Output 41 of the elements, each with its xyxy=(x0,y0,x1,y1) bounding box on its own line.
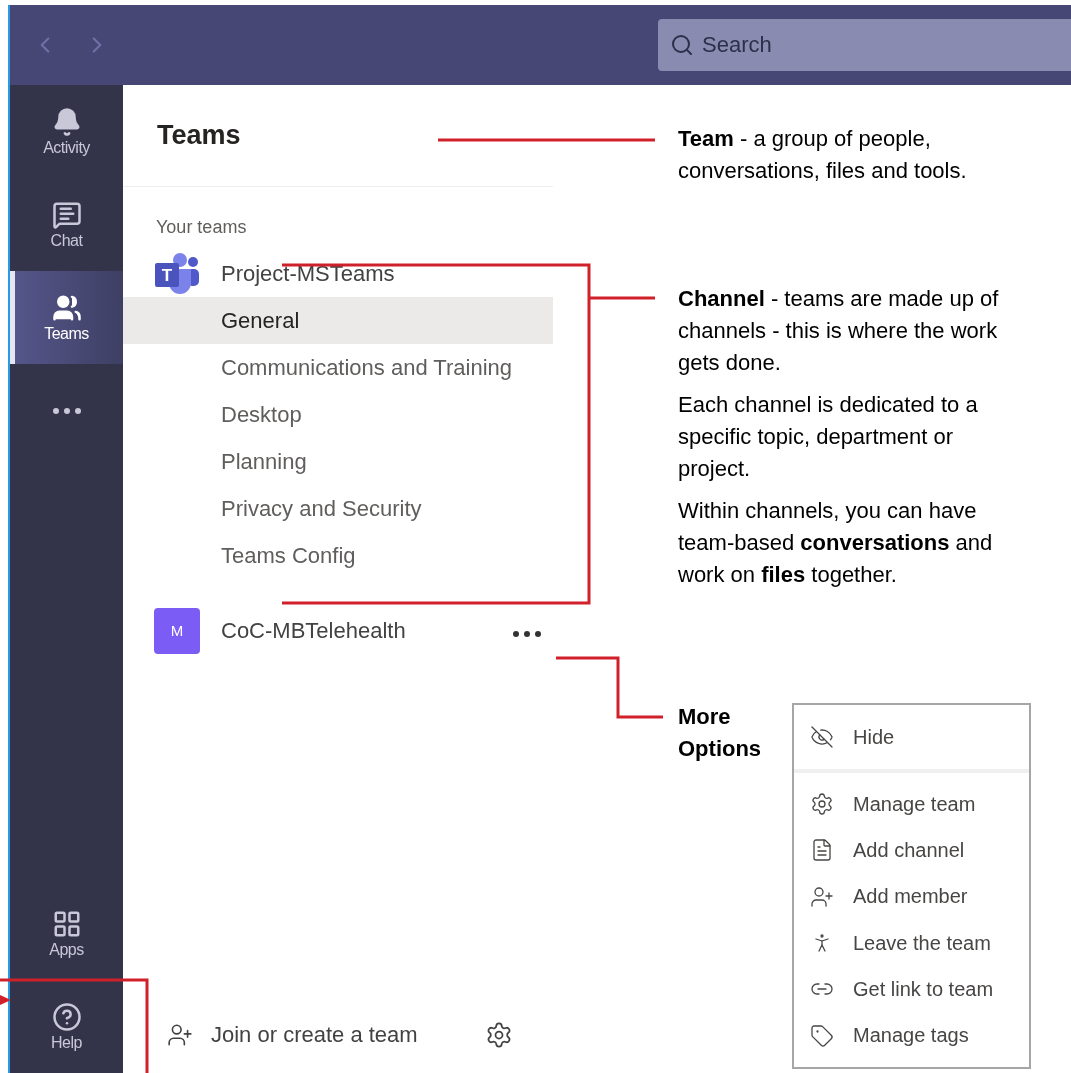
list-icon xyxy=(810,838,834,863)
annotation-text: Within channels, you can have team-based conversations and work on files together. xyxy=(678,497,994,589)
rail-item[interactable]: Apps xyxy=(10,887,123,980)
settings-icon[interactable] xyxy=(485,1021,513,1049)
gear-icon xyxy=(810,792,834,817)
channel-item[interactable]: Desktop xyxy=(123,391,555,438)
more-icon[interactable] xyxy=(52,407,81,414)
menu-item[interactable]: Leave the team xyxy=(794,919,1029,967)
help-icon xyxy=(51,1001,82,1032)
rail-item[interactable]: Teams xyxy=(10,271,123,364)
annotation-text: More Options xyxy=(678,703,763,763)
rail-item[interactable]: Activity xyxy=(10,85,123,178)
menu-item[interactable]: Hide xyxy=(794,705,1029,769)
channel-item[interactable]: General xyxy=(123,297,555,344)
menu-item[interactable]: Get link to team xyxy=(794,966,1029,1013)
search-field[interactable]: Search xyxy=(658,19,1071,71)
menu-item[interactable]: Add member xyxy=(794,873,1029,920)
channel-item[interactable]: Planning xyxy=(123,438,555,485)
team-name[interactable]: Project-MSTeams xyxy=(221,260,395,287)
join-team-icon[interactable] xyxy=(167,1022,193,1048)
team-avatar: M xyxy=(154,607,200,654)
add-person-icon xyxy=(810,884,834,909)
channel-item[interactable]: Teams Config xyxy=(123,532,555,579)
channel-item[interactable]: Communications and Training xyxy=(123,344,555,391)
channel-item[interactable]: Privacy and Security xyxy=(123,485,555,532)
annotation-text: Each channel is dedicated to a specific topic, department or project. xyxy=(678,391,979,483)
annotation-text: Team - a group of people, conversations, files and tools. xyxy=(678,125,968,185)
rail-item[interactable]: Help xyxy=(10,980,123,1073)
section-label: Your teams xyxy=(155,216,248,239)
more-options-icon[interactable] xyxy=(513,631,541,637)
join-team-link[interactable]: Join or create a team xyxy=(211,1022,467,1048)
menu-item[interactable]: Manage tags xyxy=(794,1012,1029,1059)
panel-title: Teams xyxy=(157,120,241,151)
rail-item[interactable]: Chat xyxy=(10,178,123,271)
search-icon xyxy=(670,33,694,57)
team-name[interactable]: CoC-MBTelehealth xyxy=(221,617,406,644)
tag-icon xyxy=(810,1023,834,1048)
menu-item[interactable]: Add channel xyxy=(794,827,1029,874)
menu-item[interactable]: Manage team xyxy=(794,781,1029,828)
eye-slash-icon xyxy=(810,725,834,749)
annotation-text: Channel - teams are made up of channels - this is where the work gets done. xyxy=(678,285,1000,377)
